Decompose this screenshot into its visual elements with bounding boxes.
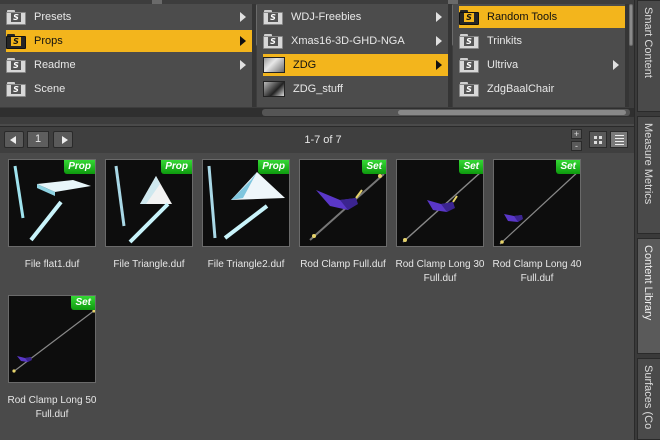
asset-type-badge: Prop [258, 160, 289, 174]
asset-tile[interactable]: Prop File flat1.duf [4, 159, 100, 272]
folder-browser: S Presets S Props S Readme S Scene S WDJ… [0, 0, 634, 124]
asset-type-badge: Prop [64, 160, 95, 174]
asset-type-badge: Set [362, 160, 386, 174]
content-grid: Prop File flat1.duf Prop File Triangle.d… [0, 153, 634, 440]
asset-thumbnail: Prop [105, 159, 193, 247]
asset-name: File Triangle2.duf [207, 259, 285, 270]
list-view-button[interactable] [610, 131, 628, 148]
list-icon [615, 135, 624, 145]
tab-smart-content[interactable]: Smart Content [637, 0, 660, 112]
asset-thumbnail: Set [8, 295, 96, 383]
folder-column-1: S Presets S Props S Readme S Scene [0, 4, 253, 107]
folder-s-icon: S [6, 81, 26, 97]
asset-name: Rod Clamp Long 40 Full.duf [492, 259, 582, 284]
asset-tile[interactable]: Set Rod Clamp Long 30 Full.duf [392, 159, 488, 286]
folder-thumbnail-icon [263, 81, 285, 97]
asset-thumbnail: Set [299, 159, 387, 247]
folder-label: Scene [34, 83, 66, 95]
tab-surfaces[interactable]: Surfaces (Co [637, 358, 660, 440]
folder-item-xmas16[interactable]: S Xmas16-3D-GHD-NGA [263, 30, 448, 52]
asset-name: Rod Clamp Long 30 Full.duf [395, 259, 485, 284]
asset-type-badge: Set [459, 160, 483, 174]
folder-label: Trinkits [487, 35, 523, 47]
chevron-right-icon [240, 12, 246, 22]
tab-label: Smart Content [642, 7, 654, 78]
chevron-right-icon [436, 60, 442, 70]
tab-label: Surfaces (Co [642, 365, 654, 430]
folder-s-icon: S [263, 33, 283, 49]
asset-thumbnail: Set [493, 159, 581, 247]
asset-tile[interactable]: Prop File Triangle2.duf [198, 159, 294, 272]
asset-tile[interactable]: Set Rod Clamp Full.duf [295, 159, 391, 272]
folder-label: ZDG_stuff [293, 83, 343, 95]
zoom-in-button[interactable]: + [571, 129, 582, 139]
folder-label: Props [34, 35, 63, 47]
folder-column-3: S Random Tools S Trinkits S Ultriva S Zd… [453, 4, 626, 107]
folder-thumbnail-icon [263, 57, 285, 73]
zoom-out-button[interactable]: - [571, 141, 582, 151]
folder-item-random-tools[interactable]: S Random Tools [459, 6, 625, 28]
folder-s-icon: S [263, 9, 283, 25]
tab-measure-metrics[interactable]: Measure Metrics [637, 116, 660, 234]
folder-label: Ultriva [487, 59, 519, 71]
folder-s-icon: S [6, 9, 26, 25]
asset-thumbnail: Prop [202, 159, 290, 247]
folder-label: Random Tools [487, 11, 558, 23]
folder-label: Xmas16-3D-GHD-NGA [291, 35, 405, 47]
tab-label: Measure Metrics [642, 123, 654, 205]
asset-name: Rod Clamp Long 50 Full.duf [7, 395, 97, 420]
folder-label: ZDG [293, 59, 317, 71]
folder-s-icon: S [459, 33, 479, 49]
asset-tile[interactable]: Set Rod Clamp Long 50 Full.duf [4, 295, 100, 422]
folder-s-icon: S [459, 9, 479, 25]
column-scrollbar[interactable] [252, 4, 260, 107]
folder-item-readme[interactable]: S Readme [6, 54, 252, 76]
asset-tile[interactable]: Prop File Triangle.duf [101, 159, 197, 272]
chevron-right-icon [240, 36, 246, 46]
folder-label: ZdgBaalChair [487, 83, 555, 95]
folder-item-zdg[interactable]: ZDG [263, 54, 448, 76]
folder-item-ultriva[interactable]: S Ultriva [459, 54, 625, 76]
folder-item-zdgbaalchair[interactable]: S ZdgBaalChair [459, 78, 625, 100]
folder-item-presets[interactable]: S Presets [6, 6, 252, 28]
folder-item-scene[interactable]: S Scene [6, 78, 252, 100]
asset-name: File Triangle.duf [113, 259, 185, 270]
folder-s-icon: S [459, 57, 479, 73]
tab-label: Content Library [642, 245, 654, 321]
icon-view-button[interactable] [589, 131, 607, 148]
chevron-right-icon [240, 60, 246, 70]
asset-name: File flat1.duf [24, 259, 80, 270]
chevron-right-icon [436, 12, 442, 22]
folder-item-zdg-stuff[interactable]: ZDG_stuff [263, 78, 448, 100]
tab-content-library[interactable]: Content Library [637, 238, 660, 354]
asset-type-badge: Prop [161, 160, 192, 174]
column-scrollbar[interactable] [625, 4, 633, 107]
folder-column-2: S WDJ-Freebies S Xmas16-3D-GHD-NGA ZDG Z… [257, 4, 449, 107]
folder-s-icon: S [6, 33, 26, 49]
grid-icon [594, 136, 602, 144]
folder-label: WDJ-Freebies [291, 11, 362, 23]
asset-type-badge: Set [556, 160, 580, 174]
folder-item-props[interactable]: S Props [6, 30, 252, 52]
folder-label: Readme [34, 59, 76, 71]
column-scrollbar[interactable] [448, 4, 456, 107]
item-range-label: 1-7 of 7 [304, 134, 342, 146]
folder-s-icon: S [6, 57, 26, 73]
horizontal-scrollbar[interactable] [0, 108, 634, 117]
chevron-right-icon [436, 36, 442, 46]
folder-s-icon: S [459, 81, 479, 97]
content-toolbar: 1 1-7 of 7 + - [0, 126, 634, 154]
folder-label: Presets [34, 11, 72, 23]
asset-type-badge: Set [71, 296, 95, 310]
asset-tile[interactable]: Set Rod Clamp Long 40 Full.duf [489, 159, 585, 286]
scroll-thumb[interactable] [398, 110, 626, 115]
chevron-right-icon [613, 60, 619, 70]
asset-thumbnail: Set [396, 159, 484, 247]
folder-item-trinkits[interactable]: S Trinkits [459, 30, 625, 52]
asset-name: Rod Clamp Full.duf [300, 259, 386, 270]
side-tab-bar: Smart Content Measure Metrics Content Li… [634, 0, 660, 440]
asset-thumbnail: Prop [8, 159, 96, 247]
folder-item-wdj-freebies[interactable]: S WDJ-Freebies [263, 6, 448, 28]
